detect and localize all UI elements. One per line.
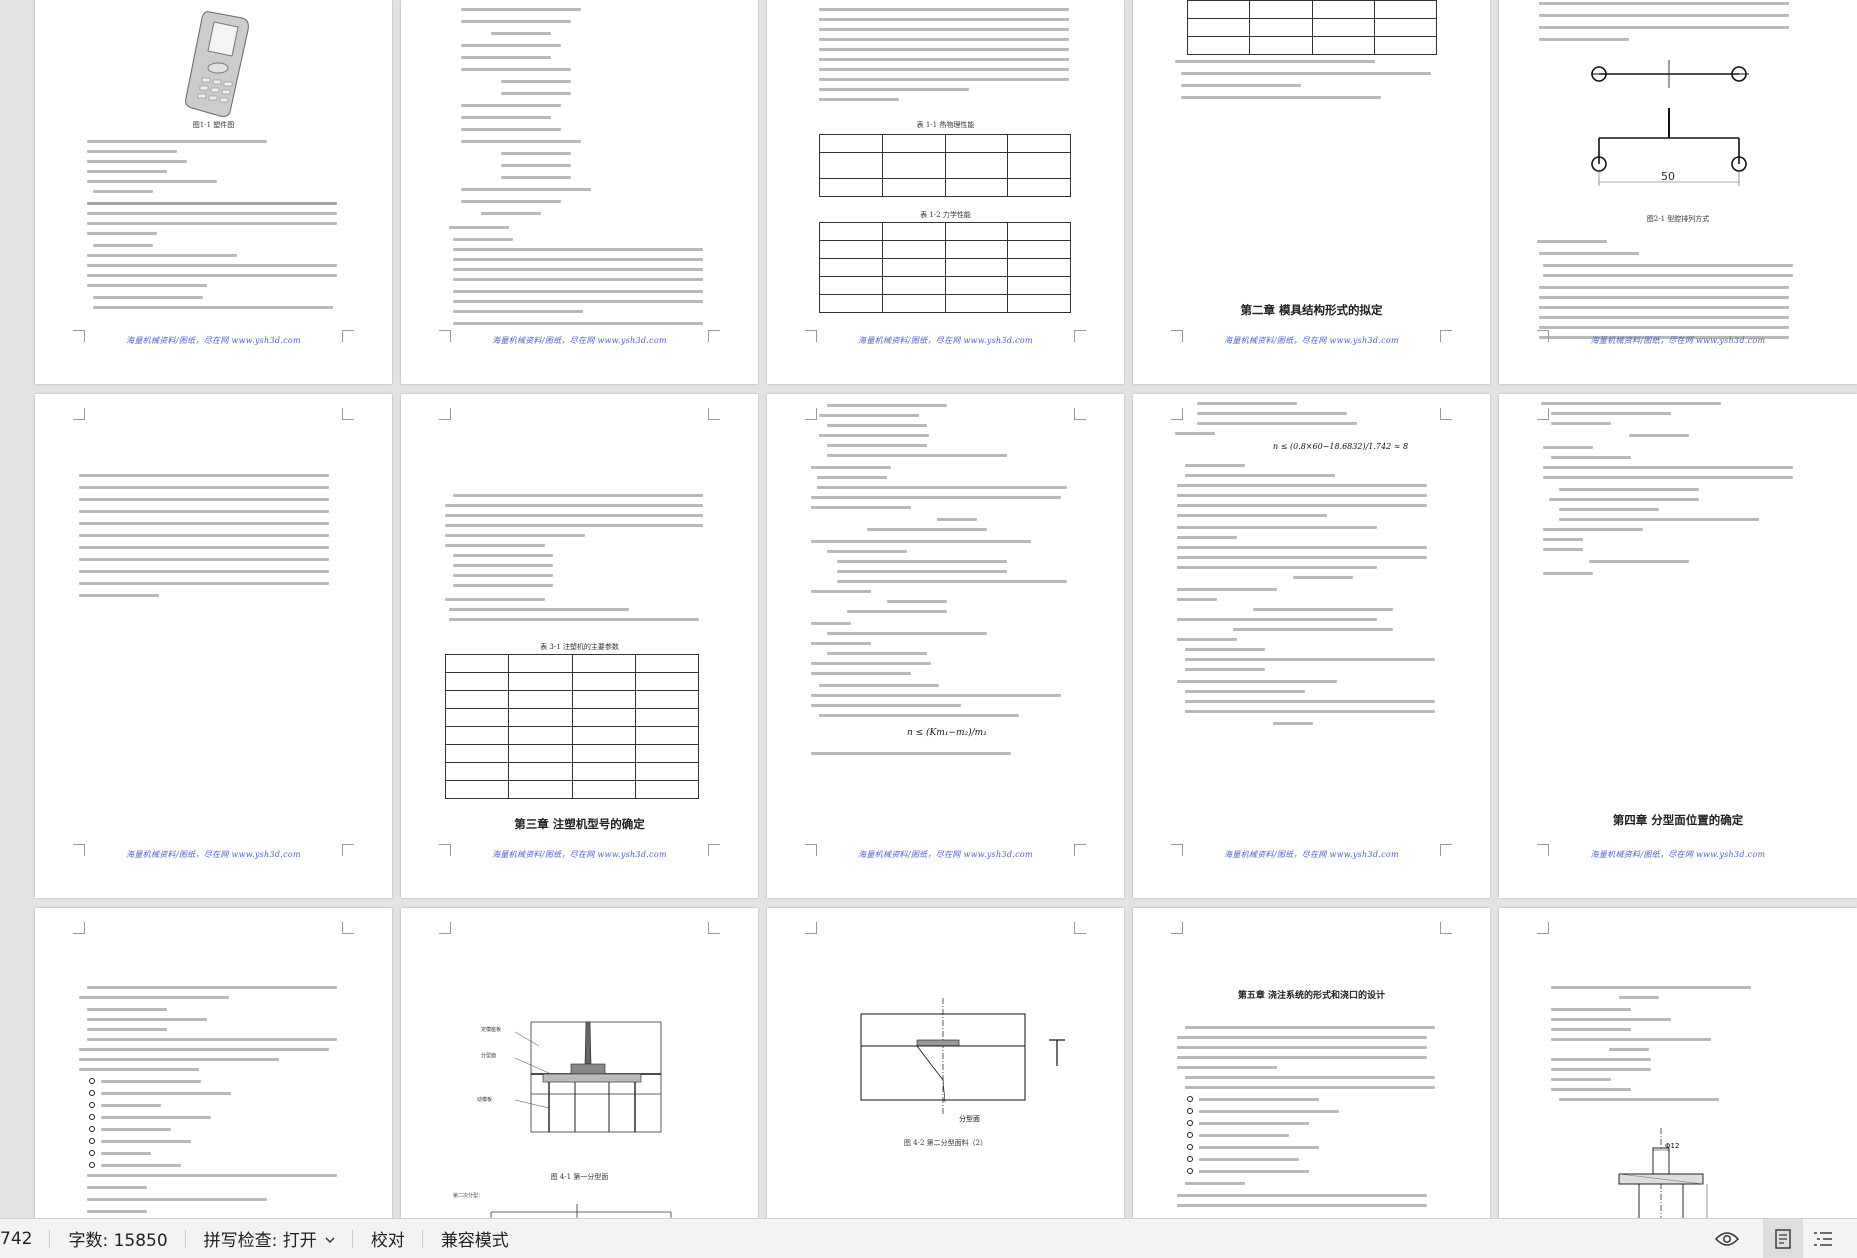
page-footer: 海量机械资料/图纸，尽在网 www.ysh3d.com (1590, 850, 1766, 859)
proofread-button[interactable]: 校对 (353, 1219, 423, 1258)
document-canvas[interactable]: 图1-1 塑件图 海量机械资料/图纸，尽在网 www.ysh3d.com 海量机… (0, 0, 1857, 1218)
page-footer: 海量机械资料/图纸，尽在网 www.ysh3d.com (126, 850, 301, 859)
chapter-title: 第二章 模具结构形式的拟定 (1240, 303, 1383, 317)
figure-caption: 图2-1 型腔排列方式 (1646, 215, 1710, 223)
mechanical-properties-table (819, 222, 1071, 313)
page-footer: 海量机械资料/图纸，尽在网 www.ysh3d.com (1590, 336, 1766, 345)
page-12[interactable]: 定模座板 分型面 动模板 图 4-1 第一分型面 第二次分型： (401, 908, 758, 1218)
page-1[interactable]: 图1-1 塑件图 海量机械资料/图纸，尽在网 www.ysh3d.com (35, 0, 392, 384)
chapter-title: 第四章 分型面位置的确定 (1612, 813, 1744, 827)
figure-caption: 图 4-1 第一分型面 (550, 1173, 609, 1181)
label-moving-plate: 动模板 (477, 1097, 493, 1103)
page-4[interactable]: 第二章 模具结构形式的拟定 海量机械资料/图纸，尽在网 www.ysh3d.co… (1133, 0, 1490, 384)
sprue-bushing-diagram (1618, 1128, 1708, 1218)
chapter-title: 第五章 浇注系统的形式和浇口的设计 (1237, 991, 1386, 1001)
figure-caption: 图1-1 塑件图 (192, 121, 235, 129)
thermal-properties-table (819, 134, 1071, 197)
dimension-label: Φ12 (1665, 1142, 1680, 1150)
properties-table (1186, 0, 1438, 55)
table-caption: 表 1-2 力学性能 (920, 211, 971, 219)
page-11[interactable] (35, 908, 392, 1218)
page-15[interactable]: Φ12 (1499, 908, 1857, 1218)
chevron-down-icon (325, 1229, 335, 1249)
label-parting-surface: 分型面 (959, 1115, 980, 1123)
injection-machine-params-table (444, 654, 700, 799)
status-bar: 742 字数: 15850 拼写检查: 打开 校对 兼容模式 (0, 1218, 1857, 1258)
page-footer: 海量机械资料/图纸，尽在网 www.ysh3d.com (492, 850, 667, 859)
page-13[interactable]: 分型面 图 4-2 第二分型面料（2） (767, 908, 1124, 1218)
subtitle: 第二次分型： (453, 1193, 484, 1199)
dimension-label: 50 (1661, 170, 1675, 183)
page-6[interactable]: 海量机械资料/图纸，尽在网 www.ysh3d.com (35, 394, 392, 898)
spell-check-label: 拼写检查: 打开 (203, 1231, 317, 1251)
label-fixed-plate: 定模座板 (481, 1027, 502, 1033)
page-8[interactable]: n ≤ (Km₁−m₂)/m₁ 海量机械资料/图纸，尽在网 www.ysh3d.… (767, 394, 1124, 898)
page-10[interactable]: 第四章 分型面位置的确定 海量机械资料/图纸，尽在网 www.ysh3d.com (1499, 394, 1857, 898)
page-footer: 海量机械资料/图纸，尽在网 www.ysh3d.com (492, 336, 667, 345)
label-parting-surface: 分型面 (481, 1053, 497, 1059)
read-mode-icon[interactable] (1707, 1219, 1747, 1258)
page-7[interactable]: 表 3-1 注塑机的主要参数 第三章 注塑机型号的确定 海量机械资料/图纸，尽在… (401, 394, 758, 898)
figure-caption: 图 4-2 第二分型面料（2） (903, 1139, 988, 1147)
second-parting-surface-diagram (860, 998, 1026, 1114)
table-caption: 表 3-1 注塑机的主要参数 (540, 643, 619, 651)
print-layout-icon[interactable] (1763, 1218, 1803, 1258)
compat-mode-label: 兼容模式 (440, 1231, 509, 1251)
spell-check-toggle[interactable]: 拼写检查: 打开 (186, 1219, 353, 1258)
table-caption: 表 1-1 热物理性能 (916, 121, 975, 129)
page-5[interactable]: 50 图2-1 型腔排列方式 海量机械资料/图纸，尽在网 www.ysh3d.c… (1499, 0, 1857, 384)
phone-model-figure (185, 11, 249, 117)
chapter-title: 第三章 注塑机型号的确定 (514, 817, 645, 831)
page-footer: 海量机械资料/图纸，尽在网 www.ysh3d.com (858, 850, 1033, 859)
page-14[interactable]: 第五章 浇注系统的形式和浇口的设计 (1133, 908, 1490, 1218)
page-footer: 海量机械资料/图纸，尽在网 www.ysh3d.com (126, 336, 301, 345)
page-counter[interactable]: 742 (0, 1219, 51, 1258)
first-parting-surface-diagram (514, 1021, 662, 1133)
page-3[interactable]: 表 1-1 热物理性能 表 1-2 力学性能 海量机械资料/图纸，尽在网 www… (767, 0, 1124, 384)
outline-icon[interactable] (1803, 1219, 1843, 1258)
page-footer: 海量机械资料/图纸，尽在网 www.ysh3d.com (1224, 850, 1399, 859)
word-count[interactable]: 字数: 15850 (50, 1219, 186, 1258)
formula: n ≤ (0.8×60−18.6832)/1.742 ≈ 8 (1273, 442, 1409, 451)
page-footer: 海量机械资料/图纸，尽在网 www.ysh3d.com (858, 336, 1033, 345)
page-9[interactable]: n ≤ (0.8×60−18.6832)/1.742 ≈ 8 海量机械资料/图纸… (1133, 394, 1490, 898)
page-2[interactable]: 海量机械资料/图纸，尽在网 www.ysh3d.com (401, 0, 758, 384)
formula: n ≤ (Km₁−m₂)/m₁ (907, 728, 987, 738)
page-footer: 海量机械资料/图纸，尽在网 www.ysh3d.com (1224, 336, 1399, 345)
